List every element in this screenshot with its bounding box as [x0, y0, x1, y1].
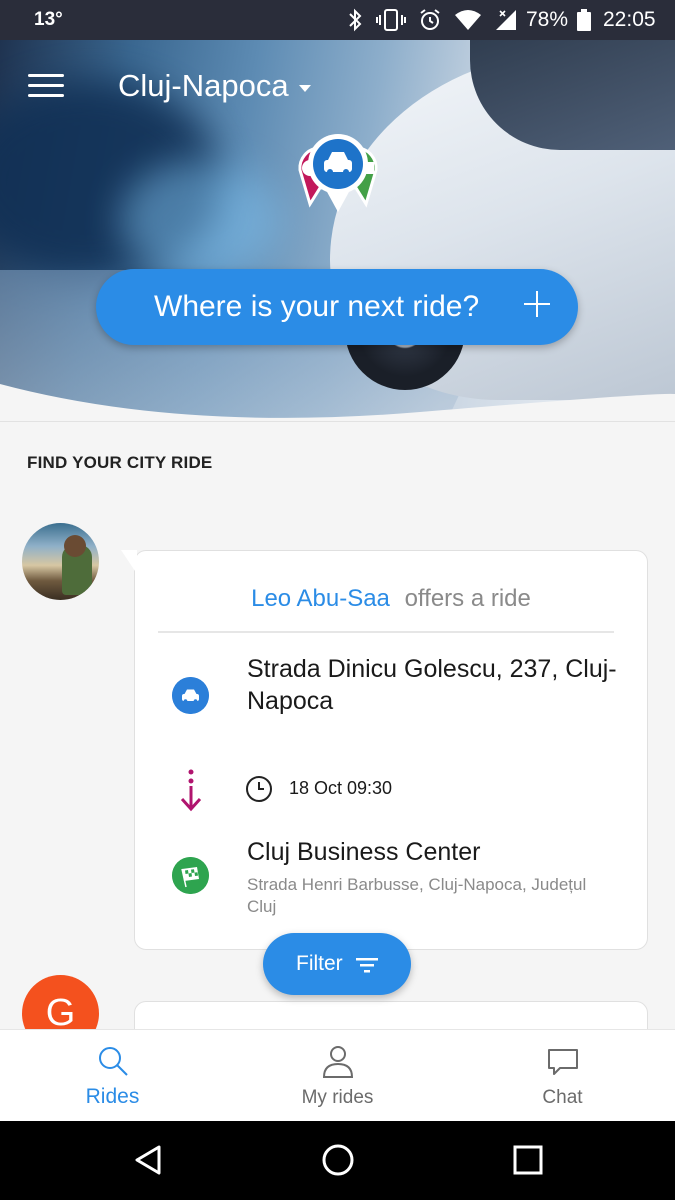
menu-bar [28, 84, 64, 87]
card-divider [158, 631, 614, 633]
ride-action: offers a ride [404, 585, 531, 612]
ride-card[interactable]: Leo Abu-Saa offers a ride Strada Dinicu … [134, 550, 648, 950]
city-selector[interactable]: Cluj-Napoca [118, 68, 311, 104]
status-bar: 13° 78% 22:05 [0, 0, 675, 40]
filter-button[interactable]: Filter [263, 933, 411, 995]
home-icon[interactable] [321, 1143, 355, 1177]
filter-label: Filter [296, 952, 343, 975]
menu-bar [28, 94, 64, 97]
signal-icon [496, 10, 516, 30]
app-logo [298, 134, 378, 212]
plus-icon [524, 291, 550, 317]
nav-label: My rides [301, 1087, 374, 1108]
arrow-down-icon [180, 769, 202, 812]
destination-address: Strada Henri Barbusse, Cluj-Napoca, Jude… [247, 875, 587, 916]
menu-bar [28, 74, 64, 77]
destination-name: Cluj Business Center [247, 838, 481, 866]
alarm-icon [420, 9, 440, 30]
nav-label: Rides [85, 1085, 140, 1108]
next-ride-label: Where is your next ride? [154, 290, 480, 323]
driver-avatar[interactable] [22, 523, 99, 600]
section-title: FIND YOUR CITY RIDE [27, 453, 213, 472]
nav-my-rides[interactable]: My rides [225, 1030, 450, 1122]
destination-flag-icon [172, 857, 209, 894]
chevron-down-icon [298, 84, 311, 92]
app-screen: 13° 78% 22:05 Cluj-Napoca Where is your … [0, 0, 675, 1200]
person-icon [322, 1046, 354, 1078]
status-icons [346, 8, 518, 32]
clock: 22:05 [603, 8, 656, 31]
next-ride-button[interactable]: Where is your next ride? [96, 269, 578, 345]
system-navigation-bar [0, 1121, 675, 1200]
bottom-nav: Rides My rides Chat [0, 1029, 675, 1121]
nav-chat[interactable]: Chat [450, 1030, 675, 1122]
bluetooth-icon [349, 8, 362, 32]
nav-rides[interactable]: Rides [0, 1030, 225, 1122]
hero-wave [0, 384, 675, 422]
origin-car-icon [172, 677, 209, 714]
wifi-icon [455, 10, 481, 30]
departure-time: 18 Oct 09:30 [289, 778, 393, 798]
avatar-head [64, 535, 86, 557]
vibrate-icon [376, 9, 406, 31]
nav-label: Chat [542, 1087, 583, 1108]
origin-address: Strada Dinicu Golescu, 237, Cluj-Napoca [247, 655, 617, 715]
city-name: Cluj-Napoca [118, 68, 289, 103]
menu-button[interactable] [28, 74, 64, 100]
search-icon [99, 1047, 128, 1076]
ride-card-header: Leo Abu-Saa offers a ride [135, 585, 647, 613]
recents-icon[interactable] [511, 1143, 545, 1177]
header-divider [0, 421, 675, 422]
city-lights-glow [120, 160, 280, 280]
battery-icon [577, 9, 591, 31]
clock-icon [246, 776, 272, 802]
battery-percentage: 78% [526, 8, 569, 31]
filter-icon [356, 958, 378, 973]
logo-car-pin [308, 134, 368, 212]
driver-name[interactable]: Leo Abu-Saa [251, 585, 390, 612]
back-icon[interactable] [131, 1143, 165, 1177]
temperature: 13° [34, 9, 63, 30]
chat-icon [548, 1049, 578, 1075]
card-tail [121, 550, 137, 574]
